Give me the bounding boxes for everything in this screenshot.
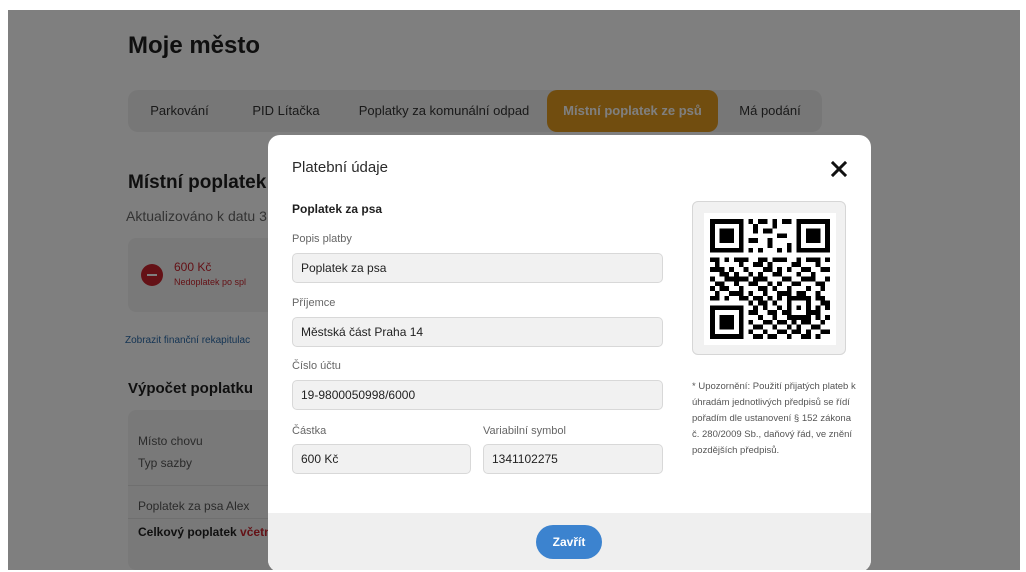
field-label-vs: Variabilní symbol	[483, 425, 566, 437]
field-label-ucet: Číslo účtu	[292, 360, 341, 372]
modal-footer: Zavřít	[268, 513, 871, 570]
modal-title: Platební údaje	[292, 159, 388, 176]
qr-code-background	[704, 213, 836, 345]
field-label-prijemce: Příjemce	[292, 297, 336, 309]
app-window: Moje město Parkování PID Lítačka Poplatk…	[8, 10, 1020, 570]
close-button[interactable]: Zavřít	[536, 525, 602, 559]
castka-field[interactable]	[292, 444, 471, 474]
variabilni-symbol-field[interactable]	[483, 444, 663, 474]
close-icon[interactable]	[831, 161, 847, 177]
payment-modal: Platební údaje Poplatek za psa Popis pla…	[268, 135, 871, 570]
prijemce-field[interactable]	[292, 317, 663, 347]
field-label-popis: Popis platby	[292, 233, 352, 245]
payment-notice: * Upozornění: Použití přijatých plateb k…	[692, 381, 856, 456]
qr-code-icon	[710, 219, 830, 339]
qr-code-box	[692, 201, 846, 355]
cislo-uctu-field[interactable]	[292, 380, 663, 410]
popis-platby-field[interactable]	[292, 253, 663, 283]
field-label-castka: Částka	[292, 425, 327, 437]
modal-subtitle: Poplatek za psa	[292, 202, 383, 216]
